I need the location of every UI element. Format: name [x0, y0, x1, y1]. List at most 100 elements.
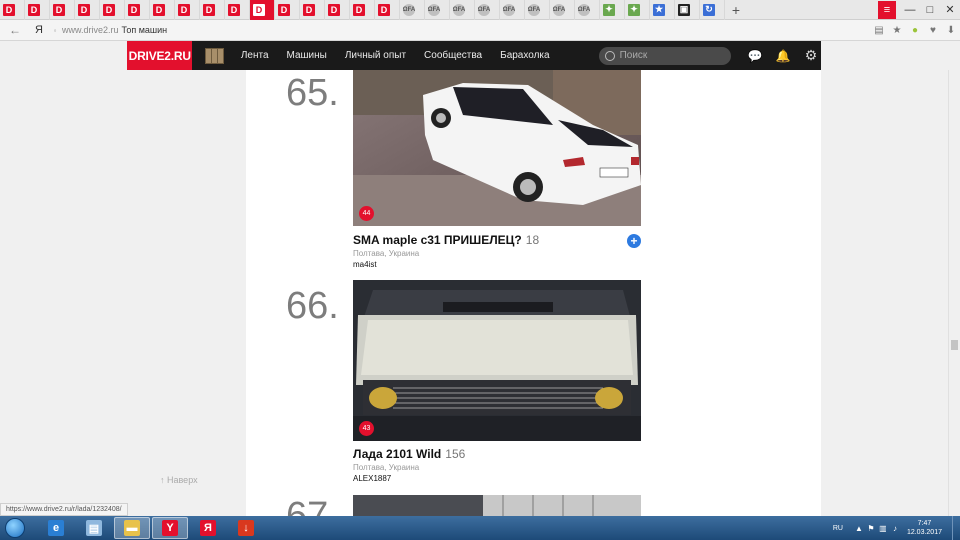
car-title[interactable]: SMA maple c31 ПРИШЕЛЕЦ? 18	[353, 233, 539, 247]
browser-tab[interactable]: D	[300, 0, 325, 20]
ie-icon: e	[48, 520, 64, 536]
volume-icon[interactable]: ♪	[889, 524, 901, 533]
car-owner-link[interactable]: ma4ist	[353, 260, 377, 269]
minimize-button[interactable]: —	[900, 4, 920, 16]
settings-gear-icon[interactable]: ⚙	[801, 47, 821, 64]
car-photo[interactable]: 43	[353, 280, 641, 441]
messages-icon[interactable]: 💬	[745, 49, 765, 63]
nav-market[interactable]: Барахолка	[500, 50, 549, 61]
site-favicon-icon: ΩFA	[453, 3, 465, 16]
extension-icon[interactable]: ♥	[924, 25, 942, 36]
browser-tab[interactable]: D	[50, 0, 75, 20]
address-page-title[interactable]: Топ машин	[122, 25, 168, 35]
search-input[interactable]: Поиск	[598, 46, 731, 65]
browser-tab[interactable]: ΩFA	[500, 0, 525, 20]
browser-tab[interactable]: ΩFA	[550, 0, 575, 20]
windows-orb-icon	[5, 518, 25, 538]
yandex-logo-icon[interactable]: Я	[30, 24, 48, 36]
back-arrow-icon[interactable]: ←	[0, 23, 30, 37]
browser-tab[interactable]: D	[200, 0, 225, 20]
drive2-favicon-icon: D	[28, 3, 40, 16]
browser-tab[interactable]: D	[150, 0, 175, 20]
reader-mode-icon[interactable]: ▤	[870, 25, 888, 36]
browser-tab[interactable]: ΩFA	[400, 0, 425, 20]
browser-tab[interactable]: ★	[650, 0, 675, 20]
browser-menu-icon[interactable]: ≡	[878, 0, 896, 19]
browser-tab[interactable]: ▣	[675, 0, 700, 20]
bookmark-star-icon[interactable]: ★	[888, 25, 906, 36]
browser-tab[interactable]: D	[0, 0, 25, 20]
scroll-to-top-link[interactable]: ↑ Наверх	[160, 475, 198, 485]
browser-tab[interactable]: ✦	[625, 0, 650, 20]
browser-tab[interactable]: D	[325, 0, 350, 20]
drive2-favicon-icon: D	[203, 3, 215, 16]
image-favicon-icon: ▣	[678, 3, 690, 16]
close-window-button[interactable]: ✕	[940, 3, 960, 16]
notifications-bell-icon[interactable]: 🔔	[773, 49, 793, 63]
add-plus-button[interactable]: +	[627, 234, 641, 248]
page-scrollbar[interactable]	[948, 70, 960, 516]
drive2-favicon-icon: D	[153, 3, 165, 16]
language-indicator[interactable]: RU	[833, 525, 843, 532]
browser-tab[interactable]: D	[225, 0, 250, 20]
browser-tab[interactable]: D	[375, 0, 400, 20]
taskbar: e ▤ ▬ Y Я ↓ RU ▲ ⚑ ▥ ♪ 7:47 12.03.2017	[0, 516, 960, 540]
car-title[interactable]: Лада 2101 Wild 156	[353, 447, 465, 461]
taskbar-app-notes[interactable]: ▤	[76, 517, 112, 539]
taskbar-app-yandex[interactable]: Я	[190, 517, 226, 539]
browser-tab[interactable]: D	[75, 0, 100, 20]
browser-tab[interactable]: ΩFA	[425, 0, 450, 20]
car-photo[interactable]	[353, 495, 641, 516]
browser-tab[interactable]: ΩFA	[575, 0, 600, 20]
car-photo[interactable]: 44	[353, 70, 641, 226]
show-desktop-button[interactable]	[952, 516, 960, 540]
car-name[interactable]: Лада 2101 Wild	[353, 447, 441, 461]
system-tray: RU ▲ ⚑ ▥ ♪	[833, 524, 901, 533]
browser-tab[interactable]: D	[275, 0, 300, 20]
car-location: Полтава, Украина	[353, 463, 420, 472]
star-favicon-icon: ★	[653, 3, 665, 16]
leaf-favicon-icon: ✦	[628, 3, 640, 16]
browser-tab[interactable]: ✦	[600, 0, 625, 20]
clock[interactable]: 7:47 12.03.2017	[907, 519, 942, 537]
browser-tab[interactable]: ↻	[700, 0, 725, 20]
network-icon[interactable]: ▥	[877, 524, 889, 533]
scrollbar-thumb[interactable]	[951, 340, 958, 350]
browser-tab[interactable]: D	[350, 0, 375, 20]
address-url[interactable]: www.drive2.ru	[62, 25, 119, 35]
site-info-icon[interactable]: ◦	[48, 26, 62, 35]
browser-tab[interactable]: D	[25, 0, 50, 20]
logbook-icon[interactable]	[205, 47, 224, 64]
taskbar-app-yandex-browser[interactable]: Y	[152, 517, 188, 539]
protect-icon[interactable]: ●	[906, 25, 924, 36]
rank-number: 65.	[286, 72, 339, 114]
browser-tab[interactable]: ΩFA	[525, 0, 550, 20]
browser-tab[interactable]: ΩFA	[475, 0, 500, 20]
browser-tab[interactable]: D	[100, 0, 125, 20]
tray-expand-icon[interactable]: ▲	[853, 524, 865, 533]
downloads-icon[interactable]: ⬇	[942, 25, 960, 36]
nav-cars[interactable]: Машины	[287, 50, 327, 61]
car-owner-link[interactable]: ALEX1887	[353, 474, 391, 483]
taskbar-app-downloader[interactable]: ↓	[228, 517, 264, 539]
browser-tab[interactable]: D	[250, 0, 275, 20]
white-hatchback-image	[353, 70, 641, 226]
rank-number: 67.	[286, 495, 339, 516]
taskbar-app-ie[interactable]: e	[38, 517, 74, 539]
nav-feed[interactable]: Лента	[241, 50, 269, 61]
taskbar-app-explorer[interactable]: ▬	[114, 517, 150, 539]
nav-communities[interactable]: Сообщества	[424, 50, 482, 61]
browser-tab[interactable]: D	[125, 0, 150, 20]
action-center-icon[interactable]: ⚑	[865, 524, 877, 533]
browser-tab[interactable]: D	[175, 0, 200, 20]
yandex-browser-icon: Y	[162, 520, 178, 536]
site-favicon-icon: ΩFA	[528, 3, 540, 16]
car-name[interactable]: SMA maple c31 ПРИШЕЛЕЦ?	[353, 233, 522, 247]
new-tab-button[interactable]: +	[725, 2, 747, 18]
maximize-button[interactable]: □	[920, 4, 940, 16]
nav-experience[interactable]: Личный опыт	[345, 50, 406, 61]
drive2-favicon-icon: D	[353, 3, 365, 16]
browser-tab[interactable]: ΩFA	[450, 0, 475, 20]
start-button[interactable]	[0, 516, 30, 540]
drive2-logo[interactable]: DRIVE2.RU	[127, 41, 193, 70]
